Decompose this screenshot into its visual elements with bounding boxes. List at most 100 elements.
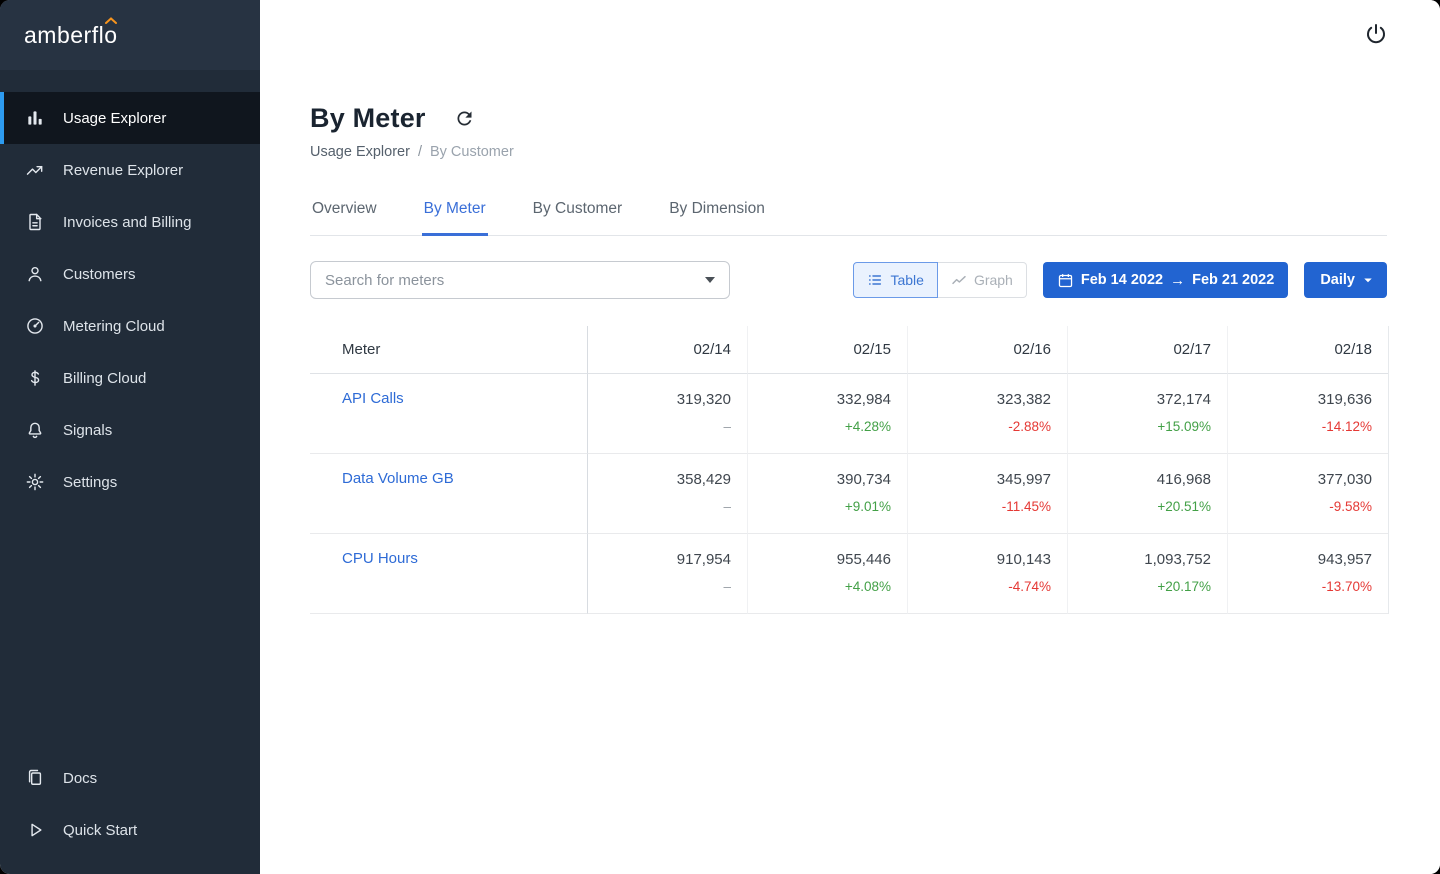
sidebar-item-label: Signals: [63, 421, 113, 439]
refresh-icon[interactable]: [454, 108, 475, 129]
granularity-label: Daily: [1320, 272, 1355, 288]
usage-value: 1,093,752: [1144, 551, 1211, 568]
right-controls: Table Graph Feb 14 2022 → Feb 21 2022 Dai…: [853, 262, 1387, 298]
usage-delta: –: [723, 499, 731, 514]
meter-cell: Data Volume GB: [310, 454, 588, 534]
usage-value: 323,382: [996, 391, 1051, 408]
sidebar-item-invoices-and-billing[interactable]: Invoices and Billing: [0, 196, 260, 248]
meter-link[interactable]: API Calls: [342, 390, 404, 407]
usage-value: 345,997: [996, 471, 1051, 488]
sidebar-footer: Docs Quick Start: [0, 752, 260, 874]
usage-table: Meter 02/14 02/15 02/16 02/17 02/18 API Call…: [310, 326, 1389, 614]
tab-by-dimension[interactable]: By Dimension: [667, 200, 767, 236]
value-cell: 955,446 +4.08%: [748, 534, 908, 614]
sidebar-item-quick-start[interactable]: Quick Start: [0, 804, 260, 856]
tab-overview[interactable]: Overview: [310, 200, 379, 236]
value-cell: 323,382 -2.88%: [908, 374, 1068, 454]
view-toggle-label: Graph: [973, 272, 1013, 288]
meter-cell: API Calls: [310, 374, 588, 454]
date-column-header: 02/15: [748, 326, 908, 374]
breadcrumb-current: By Customer: [429, 144, 514, 160]
page-content: By Meter Usage Explorer / By Customer Ov…: [260, 70, 1440, 614]
usage-value: 358,429: [676, 471, 731, 488]
logo-text: amberflo: [24, 16, 118, 49]
page-title: By Meter: [310, 103, 426, 133]
date-range-start: Feb 14 2022: [1080, 272, 1164, 288]
logo-hat-icon: [104, 16, 117, 24]
date-column-header: 02/18: [1228, 326, 1388, 374]
sidebar-item-label: Billing Cloud: [63, 369, 147, 387]
sidebar-item-docs[interactable]: Docs: [0, 752, 260, 804]
graph-view-button[interactable]: Graph: [937, 262, 1027, 298]
tab-by-customer[interactable]: By Customer: [531, 200, 625, 236]
chevron-down-icon[interactable]: [705, 277, 715, 283]
gauge-icon: [24, 315, 46, 337]
usage-delta: +20.51%: [1157, 499, 1211, 514]
trending-up-icon: [24, 159, 46, 181]
power-button[interactable]: [1360, 18, 1392, 53]
sidebar-item-billing-cloud[interactable]: Billing Cloud: [0, 352, 260, 404]
usage-delta: -13.70%: [1321, 579, 1372, 594]
line-chart-icon: [951, 272, 967, 288]
sidebar-item-label: Revenue Explorer: [63, 161, 184, 179]
usage-delta: +15.09%: [1157, 419, 1211, 434]
usage-delta: +9.01%: [844, 499, 891, 514]
usage-delta: +4.28%: [844, 419, 891, 434]
sidebar-item-usage-explorer[interactable]: Usage Explorer: [0, 92, 260, 144]
search-input[interactable]: [325, 271, 697, 289]
table-row: CPU Hours 917,954 – 955,446 +4.08% 910,143 -4.…: [310, 534, 1388, 614]
bar-chart-icon: [24, 107, 46, 129]
docs-icon: [24, 767, 46, 789]
main-area: By Meter Usage Explorer / By Customer Ov…: [260, 0, 1440, 874]
usage-delta: -4.74%: [1008, 579, 1051, 594]
table-view-button[interactable]: Table: [853, 262, 938, 298]
gear-icon: [24, 471, 46, 493]
tab-by-meter[interactable]: By Meter: [421, 200, 488, 236]
sidebar-item-metering-cloud[interactable]: Metering Cloud: [0, 300, 260, 352]
sidebar-item-label: Customers: [63, 265, 136, 283]
person-icon: [24, 263, 46, 285]
value-cell: 390,734 +9.01%: [748, 454, 908, 534]
sidebar-item-label: Invoices and Billing: [63, 213, 192, 231]
meter-link[interactable]: CPU Hours: [342, 550, 418, 567]
meter-link[interactable]: Data Volume GB: [342, 470, 454, 487]
date-range-end: Feb 21 2022: [1192, 272, 1275, 288]
usage-value: 910,143: [996, 551, 1051, 568]
usage-value: 943,957: [1317, 551, 1372, 568]
value-cell: 358,429 –: [588, 454, 748, 534]
dollar-icon: [24, 367, 46, 389]
logo[interactable]: amberflo: [0, 0, 260, 70]
sidebar-item-customers[interactable]: Customers: [0, 248, 260, 300]
date-range-button[interactable]: Feb 14 2022 → Feb 21 2022: [1042, 262, 1289, 298]
usage-delta: -9.58%: [1329, 499, 1372, 514]
sidebar-item-label: Quick Start: [63, 821, 138, 839]
sidebar-nav: Usage Explorer Revenue Explorer Invoices a…: [0, 70, 260, 752]
value-cell: 943,957 -13.70%: [1228, 534, 1388, 614]
usage-value: 319,320: [676, 391, 731, 408]
usage-value: 372,174: [1156, 391, 1211, 408]
title-row: By Meter: [310, 103, 1387, 134]
sidebar: amberflo Usage Explorer Revenue Explorer I…: [0, 0, 260, 874]
granularity-button[interactable]: Daily: [1304, 262, 1387, 298]
date-column-header: 02/17: [1068, 326, 1228, 374]
usage-value: 955,446: [836, 551, 891, 568]
sidebar-item-revenue-explorer[interactable]: Revenue Explorer: [0, 144, 260, 196]
arrow-right-icon: →: [1170, 271, 1186, 289]
usage-value: 416,968: [1156, 471, 1211, 488]
meter-column-header: Meter: [310, 326, 588, 374]
usage-value: 319,636: [1317, 391, 1372, 408]
breadcrumb-parent[interactable]: Usage Explorer: [310, 144, 410, 160]
view-toggle: Table Graph: [853, 262, 1027, 298]
value-cell: 917,954 –: [588, 534, 748, 614]
date-column-header: 02/16: [908, 326, 1068, 374]
tabs: Overview By Meter By Customer By Dimension: [310, 200, 1387, 236]
calendar-icon: [1057, 272, 1074, 289]
sidebar-item-signals[interactable]: Signals: [0, 404, 260, 456]
usage-delta: -2.88%: [1008, 419, 1051, 434]
usage-delta: -11.45%: [1001, 499, 1051, 514]
meter-search[interactable]: [310, 261, 730, 299]
sidebar-item-settings[interactable]: Settings: [0, 456, 260, 508]
date-column-header: 02/14: [588, 326, 748, 374]
usage-delta: -14.12%: [1321, 419, 1372, 434]
sidebar-item-label: Docs: [63, 769, 98, 787]
